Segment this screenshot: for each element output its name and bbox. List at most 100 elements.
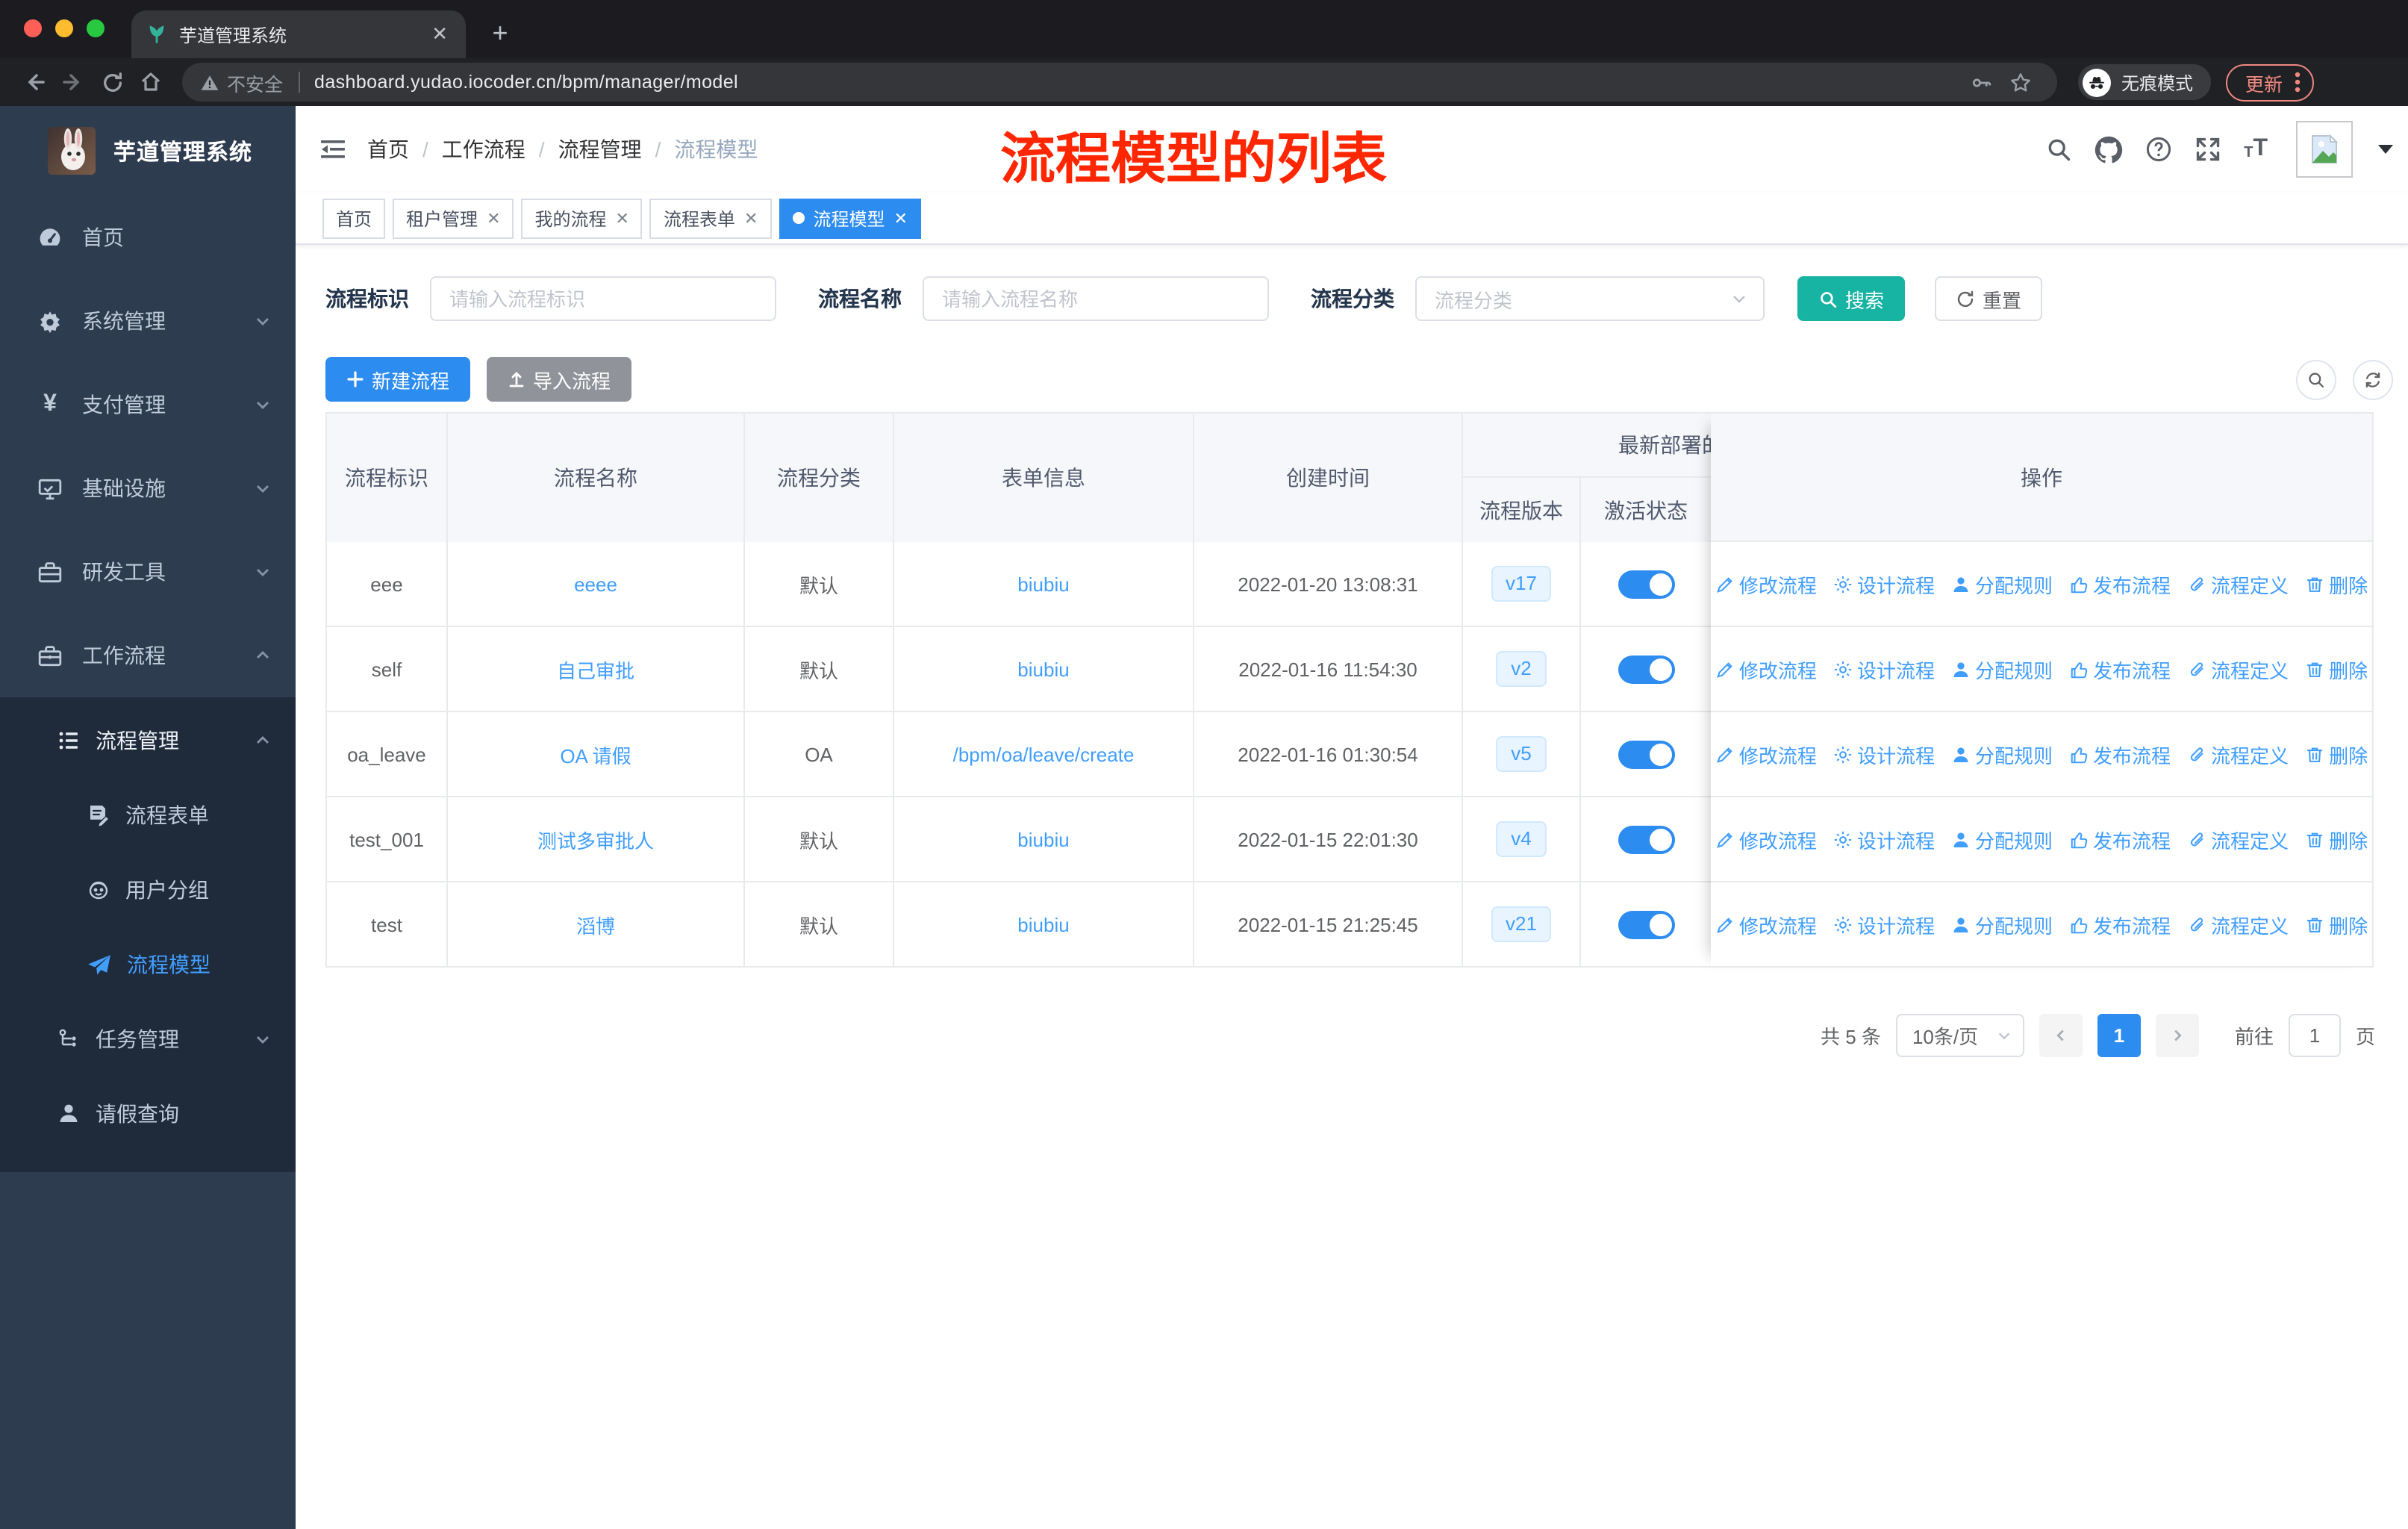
process-definition-link[interactable]: 流程定义 xyxy=(2187,740,2289,768)
delete-link[interactable]: 删除 xyxy=(2305,740,2368,768)
close-icon[interactable]: ✕ xyxy=(487,208,500,228)
reset-button[interactable]: 重置 xyxy=(1935,276,2043,321)
active-toggle[interactable] xyxy=(1618,655,1674,683)
cell-process-name-link[interactable]: eeee xyxy=(448,542,745,626)
delete-link[interactable]: 删除 xyxy=(2305,825,2368,853)
key-icon[interactable] xyxy=(1962,63,2000,102)
publish-process-link[interactable]: 发布流程 xyxy=(2069,740,2171,768)
sidebar-item-process-management[interactable]: 流程管理 xyxy=(0,703,296,778)
import-process-button[interactable]: 导入流程 xyxy=(487,357,632,402)
assign-rule-link[interactable]: 分配规则 xyxy=(1951,740,2053,768)
delete-link[interactable]: 删除 xyxy=(2305,910,2368,938)
tag-process-model-active[interactable]: 流程模型 ✕ xyxy=(779,198,921,238)
address-bar[interactable]: 不安全 dashboard.yudao.iocoder.cn/bpm/manag… xyxy=(182,63,2057,102)
browser-menu-icon[interactable] xyxy=(2295,70,2301,94)
close-icon[interactable]: ✕ xyxy=(616,208,629,228)
goto-page-input[interactable] xyxy=(2288,1014,2341,1057)
avatar[interactable] xyxy=(2296,121,2353,178)
avatar-caret-icon[interactable] xyxy=(2378,145,2393,154)
sidebar-item-process-form[interactable]: 流程表单 xyxy=(0,778,296,853)
help-icon[interactable] xyxy=(2145,136,2172,163)
sidebar-item-leave-query[interactable]: 请假查询 xyxy=(0,1077,296,1151)
tag-tenant[interactable]: 租户管理 ✕ xyxy=(393,198,514,238)
process-definition-link[interactable]: 流程定义 xyxy=(2187,570,2289,598)
page-size-select[interactable]: 10条/页 xyxy=(1895,1014,2024,1057)
assign-rule-link[interactable]: 分配规则 xyxy=(1951,655,2053,683)
design-process-link[interactable]: 设计流程 xyxy=(1833,910,1935,938)
tag-process-form[interactable]: 流程表单 ✕ xyxy=(649,198,772,238)
delete-link[interactable]: 删除 xyxy=(2305,655,2368,683)
publish-process-link[interactable]: 发布流程 xyxy=(2069,655,2171,683)
next-page-button[interactable] xyxy=(2155,1014,2199,1057)
close-icon[interactable]: ✕ xyxy=(744,208,758,228)
back-icon[interactable] xyxy=(15,63,54,102)
cell-process-name-link[interactable]: 测试多审批人 xyxy=(448,797,745,881)
assign-rule-link[interactable]: 分配规则 xyxy=(1951,910,2053,938)
browser-update-button[interactable]: 更新 xyxy=(2226,63,2315,101)
cell-form-link[interactable]: biubiu xyxy=(894,882,1194,966)
sidebar-item-workflow[interactable]: 工作流程 xyxy=(0,614,296,697)
active-toggle[interactable] xyxy=(1618,570,1674,598)
active-toggle[interactable] xyxy=(1618,740,1674,768)
close-icon[interactable]: ✕ xyxy=(893,208,907,228)
breadcrumb-home[interactable]: 首页 xyxy=(367,134,409,164)
create-process-button[interactable]: 新建流程 xyxy=(325,357,471,402)
breadcrumb-process-management[interactable]: 流程管理 xyxy=(558,134,642,164)
close-window-button[interactable] xyxy=(24,19,42,37)
design-process-link[interactable]: 设计流程 xyxy=(1833,570,1935,598)
sidebar-item-devtools[interactable]: 研发工具 xyxy=(0,530,296,614)
cell-form-link[interactable]: /bpm/oa/leave/create xyxy=(894,712,1194,796)
category-select[interactable]: 流程分类 xyxy=(1415,276,1765,321)
sidebar-item-user-group[interactable]: 用户分组 xyxy=(0,853,296,927)
publish-process-link[interactable]: 发布流程 xyxy=(2069,825,2171,853)
breadcrumb-workflow[interactable]: 工作流程 xyxy=(442,134,525,164)
sidebar-item-home[interactable]: 首页 xyxy=(0,196,296,279)
fullscreen-icon[interactable] xyxy=(2195,136,2221,163)
cell-process-name-link[interactable]: 自己审批 xyxy=(448,627,745,711)
assign-rule-link[interactable]: 分配规则 xyxy=(1951,570,2053,598)
cell-form-link[interactable]: biubiu xyxy=(894,797,1194,881)
process-name-input[interactable] xyxy=(923,276,1269,321)
modify-process-link[interactable]: 修改流程 xyxy=(1715,740,1817,768)
design-process-link[interactable]: 设计流程 xyxy=(1833,825,1935,853)
bookmark-star-icon[interactable] xyxy=(2000,63,2039,102)
modify-process-link[interactable]: 修改流程 xyxy=(1715,910,1817,938)
sidebar-item-payment[interactable]: ¥ 支付管理 xyxy=(0,363,296,446)
collapse-sidebar-icon[interactable] xyxy=(319,136,346,163)
cell-process-name-link[interactable]: OA 请假 xyxy=(448,712,745,796)
browser-tab[interactable]: 芋道管理系统 ✕ xyxy=(131,10,466,58)
cell-form-link[interactable]: biubiu xyxy=(894,627,1194,711)
font-size-icon[interactable]: TT xyxy=(2244,137,2268,161)
search-icon[interactable] xyxy=(2045,136,2072,163)
sidebar-item-system[interactable]: 系统管理 xyxy=(0,279,296,363)
process-key-input[interactable] xyxy=(430,276,776,321)
active-toggle[interactable] xyxy=(1618,910,1674,938)
traffic-lights[interactable] xyxy=(24,19,105,37)
design-process-link[interactable]: 设计流程 xyxy=(1833,655,1935,683)
tag-my-process[interactable]: 我的流程 ✕ xyxy=(521,198,643,238)
search-button[interactable]: 搜索 xyxy=(1797,276,1906,321)
process-definition-link[interactable]: 流程定义 xyxy=(2187,655,2289,683)
minimize-window-button[interactable] xyxy=(55,19,73,37)
publish-process-link[interactable]: 发布流程 xyxy=(2069,910,2171,938)
app-logo[interactable]: 芋道管理系统 xyxy=(0,106,296,196)
refresh-table-button[interactable] xyxy=(2353,359,2393,399)
modify-process-link[interactable]: 修改流程 xyxy=(1715,570,1817,598)
design-process-link[interactable]: 设计流程 xyxy=(1833,740,1935,768)
show-search-button[interactable] xyxy=(2296,359,2336,399)
tab-close-icon[interactable]: ✕ xyxy=(428,22,451,46)
forward-icon[interactable] xyxy=(54,63,93,102)
prev-page-button[interactable] xyxy=(2039,1014,2083,1057)
active-toggle[interactable] xyxy=(1618,825,1674,853)
home-icon[interactable] xyxy=(131,63,170,102)
zoom-window-button[interactable] xyxy=(87,19,105,37)
assign-rule-link[interactable]: 分配规则 xyxy=(1951,825,2053,853)
cell-form-link[interactable]: biubiu xyxy=(894,542,1194,626)
tag-home[interactable]: 首页 xyxy=(322,198,386,238)
modify-process-link[interactable]: 修改流程 xyxy=(1715,655,1817,683)
sidebar-item-infrastructure[interactable]: 基础设施 xyxy=(0,446,296,530)
sidebar-item-task-management[interactable]: 任务管理 xyxy=(0,1002,296,1077)
github-icon[interactable] xyxy=(2094,135,2123,164)
reload-icon[interactable] xyxy=(93,63,131,102)
modify-process-link[interactable]: 修改流程 xyxy=(1715,825,1817,853)
